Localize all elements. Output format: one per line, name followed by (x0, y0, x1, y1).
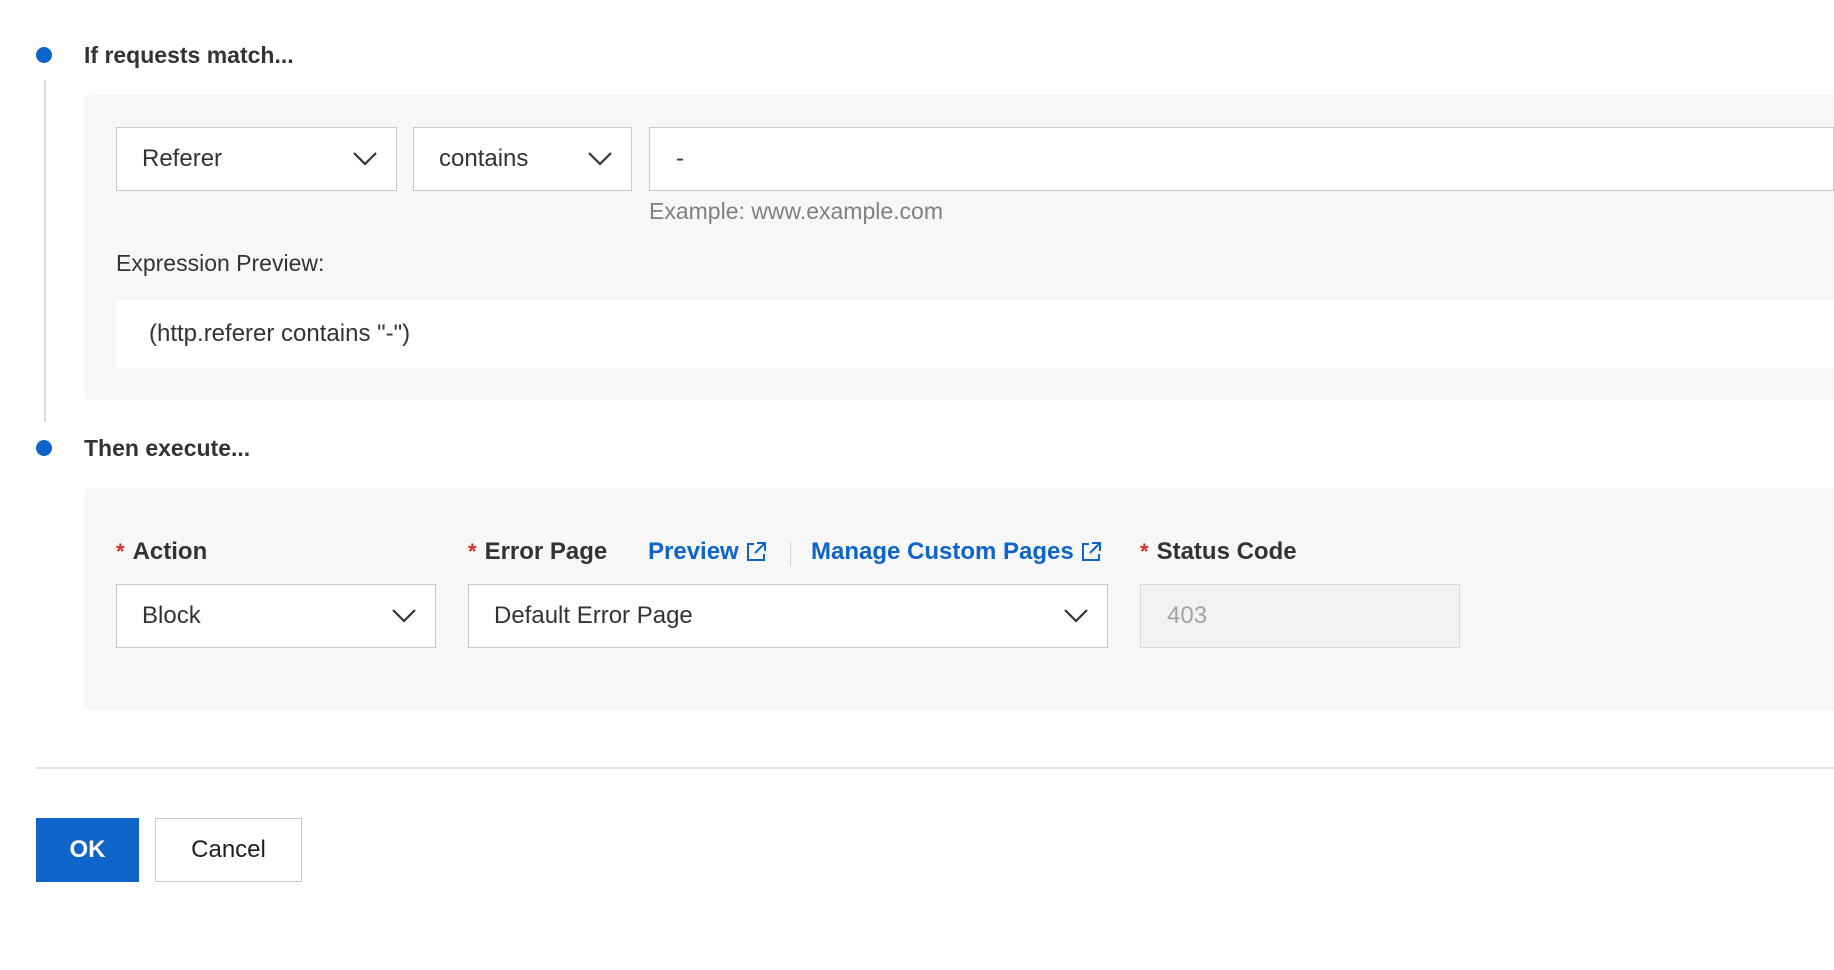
preview-link[interactable]: Preview (648, 538, 767, 566)
status-code-label-text: Status Code (1156, 538, 1297, 565)
step-dot-execute (36, 440, 52, 456)
required-mark: * (116, 539, 125, 564)
operator-select[interactable]: contains (413, 127, 632, 191)
field-select-value: Referer (142, 145, 223, 172)
action-label-text: Action (132, 538, 208, 565)
manage-custom-pages-link[interactable]: Manage Custom Pages (811, 538, 1102, 566)
expression-preview-text: (http.referer contains "-") (149, 320, 411, 347)
expression-preview: (http.referer contains "-") (116, 300, 1834, 368)
action-select-value: Block (142, 602, 201, 629)
external-link-icon (1081, 542, 1101, 561)
preview-link-text: Preview (648, 538, 739, 565)
cancel-button[interactable]: Cancel (155, 818, 302, 882)
status-code-input[interactable]: 403 (1140, 584, 1460, 648)
external-link-icon (746, 542, 766, 561)
step-title-match: If requests match... (84, 42, 294, 68)
operator-select-value: contains (439, 145, 529, 172)
chevron-down-icon (588, 152, 612, 166)
field-select[interactable]: Referer (116, 127, 397, 191)
required-mark: * (1140, 539, 1149, 564)
error-page-select-value: Default Error Page (494, 602, 693, 629)
manage-custom-pages-link-text: Manage Custom Pages (811, 538, 1074, 565)
error-page-label-text: Error Page (484, 538, 608, 565)
timeline-line (44, 80, 46, 422)
chevron-down-icon (353, 152, 377, 166)
status-code-label: * Status Code (1140, 538, 1297, 566)
value-hint: Example: www.example.com (649, 198, 943, 224)
action-select[interactable]: Block (116, 584, 436, 648)
footer-divider (36, 767, 1834, 769)
value-input[interactable]: - (649, 127, 1834, 191)
error-page-label: * Error Page (468, 538, 607, 566)
error-page-select[interactable]: Default Error Page (468, 584, 1108, 648)
rule-editor: If requests match... Referer contains - … (0, 0, 1834, 970)
ok-button-label: OK (69, 836, 106, 863)
step-title-execute: Then execute... (84, 435, 251, 461)
required-mark: * (468, 539, 477, 564)
chevron-down-icon (1064, 609, 1088, 623)
link-separator (790, 542, 791, 566)
expression-preview-label: Expression Preview: (116, 250, 325, 276)
ok-button[interactable]: OK (36, 818, 139, 882)
step-dot-match (36, 47, 52, 63)
cancel-button-label: Cancel (191, 836, 266, 863)
value-input-text: - (676, 145, 684, 172)
chevron-down-icon (392, 609, 416, 623)
status-code-value: 403 (1167, 602, 1208, 629)
action-label: * Action (116, 538, 207, 566)
